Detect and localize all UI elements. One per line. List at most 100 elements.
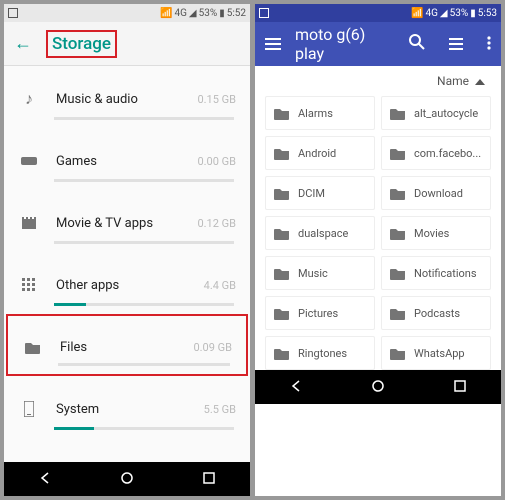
folder-icon: [390, 267, 406, 280]
folder-item[interactable]: Download: [381, 176, 491, 210]
row-label: Movie & TV apps: [56, 216, 197, 231]
row-size: 0.15 GB: [197, 93, 236, 106]
row-size: 5.5 GB: [204, 403, 236, 416]
folder-label: Movies: [414, 227, 449, 240]
folder-label: Music: [298, 267, 328, 280]
nav-back-icon[interactable]: [289, 378, 303, 397]
app-header: moto g(6) play: [255, 22, 501, 66]
folder-label: Alarms: [298, 107, 333, 120]
folder-item[interactable]: Pictures: [265, 296, 375, 330]
usage-bar: [54, 303, 234, 306]
folder-icon: [390, 147, 406, 160]
nav-back-icon[interactable]: [38, 470, 52, 489]
folder-label: Download: [414, 187, 463, 200]
nav-recent-icon[interactable]: [202, 470, 216, 489]
list-view-icon[interactable]: [449, 35, 463, 54]
folder-item[interactable]: Android: [265, 136, 375, 170]
folder-grid[interactable]: Alarms alt_autocycle Android com.facebo... D…: [255, 96, 501, 370]
folder-label: com.facebo...: [414, 147, 481, 160]
folder-label: Android: [298, 147, 336, 160]
folder-item[interactable]: com.facebo...: [381, 136, 491, 170]
sort-label: Name: [437, 74, 469, 88]
nav-home-icon[interactable]: [371, 378, 385, 397]
chevron-up-icon: [475, 74, 485, 88]
row-label: Music & audio: [56, 92, 197, 107]
row-label: Other apps: [56, 278, 204, 293]
battery-percent: 53%: [450, 8, 469, 19]
folder-icon: [274, 267, 290, 280]
folder-icon: [390, 107, 406, 120]
nav-recent-icon[interactable]: [453, 378, 467, 397]
folder-label: Ringtones: [298, 347, 347, 360]
folder-item[interactable]: alt_autocycle: [381, 96, 491, 130]
usage-bar: [54, 241, 234, 244]
usage-bar: [54, 179, 234, 182]
movie-icon: [18, 217, 40, 229]
folder-item[interactable]: Movies: [381, 216, 491, 250]
folder-item[interactable]: Podcasts: [381, 296, 491, 330]
folder-label: WhatsApp: [414, 347, 465, 360]
row-music-audio[interactable]: ♪ Music & audio 0.15 GB: [4, 66, 250, 128]
row-games[interactable]: Games 0.00 GB: [4, 128, 250, 190]
battery-icon: ▮: [219, 8, 225, 19]
folder-icon: [22, 341, 44, 354]
apps-grid-icon: [18, 278, 40, 292]
notification-icon: [8, 8, 18, 18]
row-other-apps[interactable]: Other apps 4.4 GB: [4, 252, 250, 314]
signal-icon: ◢: [189, 8, 197, 19]
folder-icon: [274, 227, 290, 240]
folder-label: DCIM: [298, 187, 325, 200]
folder-icon: [274, 347, 290, 360]
folder-icon: [390, 307, 406, 320]
folder-icon: [390, 227, 406, 240]
folder-icon: [274, 307, 290, 320]
folder-label: Pictures: [298, 307, 338, 320]
folder-label: alt_autocycle: [414, 107, 478, 120]
usage-bar: [54, 427, 234, 430]
page-title: moto g(6) play: [295, 25, 395, 63]
network-label: 4G: [174, 8, 186, 19]
status-bar: 📶 4G ◢ 53% ▮ 5:52: [4, 4, 250, 22]
row-label: Games: [56, 154, 197, 169]
folder-icon: [274, 187, 290, 200]
storage-settings-screen: 📶 4G ◢ 53% ▮ 5:52 ← Storage ♪ Music & au…: [4, 4, 250, 496]
row-size: 4.4 GB: [204, 279, 236, 292]
more-options-icon[interactable]: [487, 35, 491, 54]
row-files[interactable]: Files 0.09 GB: [6, 314, 248, 376]
nav-bar: [4, 462, 250, 496]
page-title: Storage: [52, 34, 111, 54]
phone-icon: [18, 401, 40, 417]
sort-control[interactable]: Name: [255, 66, 501, 96]
folder-icon: [274, 147, 290, 160]
search-icon[interactable]: [409, 34, 425, 54]
folder-item[interactable]: Alarms: [265, 96, 375, 130]
row-size: 0.12 GB: [197, 217, 236, 230]
back-icon[interactable]: ←: [14, 33, 32, 54]
usage-bar: [54, 117, 234, 120]
folder-item[interactable]: dualspace: [265, 216, 375, 250]
app-header: ← Storage: [4, 22, 250, 66]
gamepad-icon: [18, 155, 40, 167]
nav-home-icon[interactable]: [120, 470, 134, 489]
files-app-screen: 📶 4G ◢ 53% ▮ 5:53 moto g(6) play Name Al…: [255, 4, 501, 496]
title-highlight: Storage: [46, 30, 117, 58]
storage-list[interactable]: ♪ Music & audio 0.15 GB Games 0.00 GB Mo…: [4, 66, 250, 462]
folder-item[interactable]: WhatsApp: [381, 336, 491, 370]
network-label: 4G: [425, 8, 437, 19]
clock: 5:52: [227, 8, 246, 19]
row-system[interactable]: System 5.5 GB: [4, 376, 250, 438]
signal-icon: ◢: [440, 8, 448, 19]
notification-icon: [259, 8, 269, 18]
folder-item[interactable]: Notifications: [381, 256, 491, 290]
nav-bar: [255, 370, 501, 404]
music-note-icon: ♪: [18, 89, 40, 109]
folder-item[interactable]: DCIM: [265, 176, 375, 210]
row-label: System: [56, 402, 204, 417]
folder-item[interactable]: Music: [265, 256, 375, 290]
folder-item[interactable]: Ringtones: [265, 336, 375, 370]
folder-label: dualspace: [298, 227, 348, 240]
row-size: 0.09 GB: [193, 341, 232, 354]
row-size: 0.00 GB: [197, 155, 236, 168]
hamburger-menu-icon[interactable]: [265, 35, 281, 54]
row-movie-tv[interactable]: Movie & TV apps 0.12 GB: [4, 190, 250, 252]
